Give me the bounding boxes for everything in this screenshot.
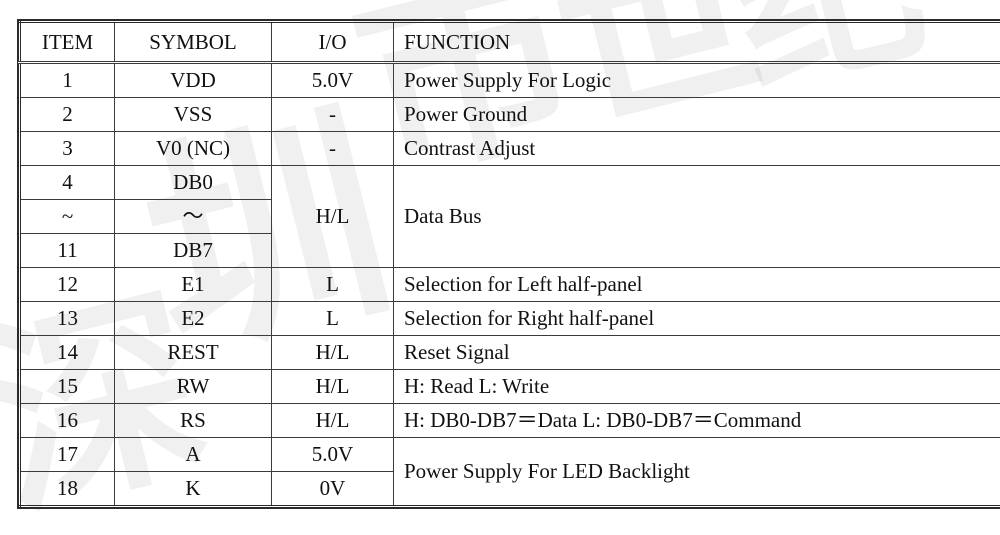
cell-io: H/L <box>271 403 394 438</box>
table-row: 14 REST H/L Reset Signal <box>19 335 1000 370</box>
cell-item: 15 <box>19 369 115 404</box>
cell-symbol: VSS <box>114 97 272 132</box>
column-header-item: ITEM <box>19 21 115 64</box>
cell-io: 5.0V <box>271 437 394 472</box>
column-header-function: FUNCTION <box>393 21 1000 64</box>
table-row: 15 RW H/L H: Read L: Write <box>19 369 1000 404</box>
cell-io: L <box>271 267 394 302</box>
cell-io: L <box>271 301 394 336</box>
table-row: 13 E2 L Selection for Right half-panel <box>19 301 1000 336</box>
cell-item: 13 <box>19 301 115 336</box>
cell-symbol: DB7 <box>114 233 272 268</box>
cell-function: Power Supply For Logic <box>393 62 1000 98</box>
cell-item: 16 <box>19 403 115 438</box>
column-header-symbol: SYMBOL <box>114 21 272 64</box>
cell-symbol: DB0 <box>114 165 272 200</box>
cell-item: 2 <box>19 97 115 132</box>
table-header-row: ITEM SYMBOL I/O FUNCTION <box>19 21 1000 64</box>
cell-item: 18 <box>19 471 115 507</box>
cell-symbol: ～ <box>114 199 272 234</box>
cell-symbol: RS <box>114 403 272 438</box>
pin-description-table-container: ITEM SYMBOL I/O FUNCTION 1 VDD 5.0V Powe… <box>17 19 1000 509</box>
cell-item: 12 <box>19 267 115 302</box>
cell-item: 14 <box>19 335 115 370</box>
table-header: ITEM SYMBOL I/O FUNCTION <box>19 21 1000 64</box>
cell-item: 17 <box>19 437 115 472</box>
cell-function: Selection for Right half-panel <box>393 301 1000 336</box>
cell-io: - <box>271 97 394 132</box>
cell-item: 1 <box>19 62 115 98</box>
table-row: 4 DB0 H/L Data Bus <box>19 165 1000 268</box>
cell-io: 5.0V <box>271 62 394 98</box>
cell-item: ~ <box>19 199 115 234</box>
cell-item: 3 <box>19 131 115 166</box>
table-row: 2 VSS - Power Ground <box>19 97 1000 132</box>
cell-function-merged: Power Supply For LED Backlight <box>393 437 1000 507</box>
cell-symbol: V0 (NC) <box>114 131 272 166</box>
cell-function: Reset Signal <box>393 335 1000 370</box>
table-row: 1 VDD 5.0V Power Supply For Logic <box>19 62 1000 98</box>
table-row: 3 V0 (NC) - Contrast Adjust <box>19 131 1000 166</box>
cell-io: H/L <box>271 369 394 404</box>
cell-function: Selection for Left half-panel <box>393 267 1000 302</box>
cell-function-merged: Data Bus <box>393 165 1000 268</box>
cell-io: - <box>271 131 394 166</box>
table-body: 1 VDD 5.0V Power Supply For Logic 2 VSS … <box>19 62 1000 507</box>
cell-symbol: VDD <box>114 62 272 98</box>
cell-io: H/L <box>271 335 394 370</box>
cell-function: Power Ground <box>393 97 1000 132</box>
column-header-io: I/O <box>271 21 394 64</box>
cell-item: 4 <box>19 165 115 200</box>
cell-io-merged: H/L <box>271 165 394 268</box>
table-row: 12 E1 L Selection for Left half-panel <box>19 267 1000 302</box>
table-row: 17 A 5.0V Power Supply For LED Backlight <box>19 437 1000 507</box>
cell-symbol: RW <box>114 369 272 404</box>
cell-symbol: E1 <box>114 267 272 302</box>
cell-symbol: REST <box>114 335 272 370</box>
cell-function: H: DB0-DB7＝Data L: DB0-DB7＝Command <box>393 403 1000 438</box>
cell-io: 0V <box>271 471 394 507</box>
cell-symbol: A <box>114 437 272 472</box>
cell-item: 11 <box>19 233 115 268</box>
cell-symbol: K <box>114 471 272 507</box>
table-row: 16 RS H/L H: DB0-DB7＝Data L: DB0-DB7＝Com… <box>19 403 1000 438</box>
cell-function: Contrast Adjust <box>393 131 1000 166</box>
cell-function: H: Read L: Write <box>393 369 1000 404</box>
cell-symbol: E2 <box>114 301 272 336</box>
pin-description-table: ITEM SYMBOL I/O FUNCTION 1 VDD 5.0V Powe… <box>17 19 1000 509</box>
